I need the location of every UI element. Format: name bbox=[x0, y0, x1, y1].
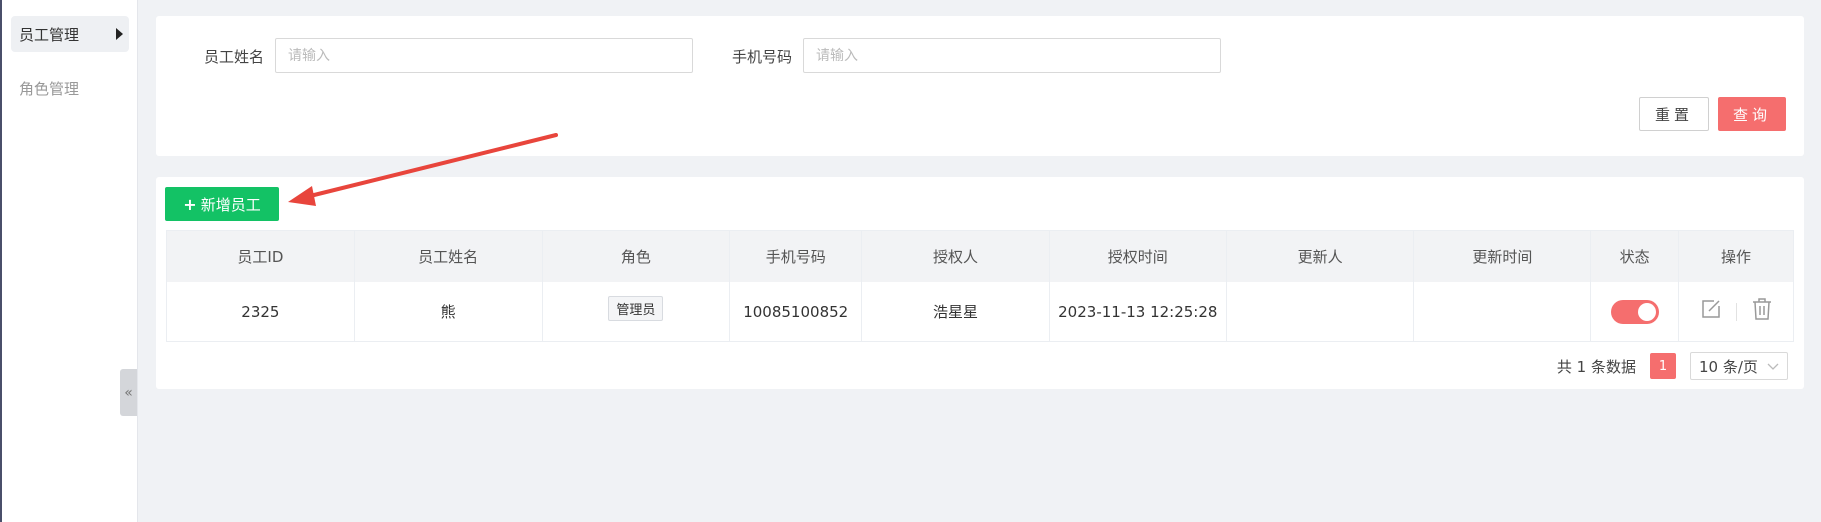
action-divider bbox=[1735, 302, 1737, 321]
column-header-phone: 手机号码 bbox=[730, 231, 863, 282]
employee-name-input[interactable] bbox=[275, 38, 693, 73]
status-toggle-knob bbox=[1637, 302, 1656, 321]
edit-icon[interactable] bbox=[1700, 298, 1722, 320]
sidebar-item-employee-management[interactable]: 员工管理 bbox=[11, 16, 129, 52]
column-header-status: 状态 bbox=[1591, 231, 1680, 282]
employee-name-label: 员工姓名 bbox=[204, 48, 265, 66]
sidebar-item-label: 角色管理 bbox=[19, 79, 80, 98]
reset-button[interactable]: 重置 bbox=[1639, 97, 1709, 131]
pagination: 共 1 条数据 1 10 条/页 bbox=[1557, 352, 1788, 380]
query-button[interactable]: 查询 bbox=[1718, 97, 1786, 131]
phone-input[interactable] bbox=[803, 38, 1221, 73]
query-button-label: 查询 bbox=[1732, 105, 1771, 124]
column-header-name: 员工姓名 bbox=[355, 231, 543, 282]
cell-actions bbox=[1679, 282, 1793, 341]
add-employee-button[interactable]: + 新增员工 bbox=[165, 187, 279, 221]
pagination-total: 共 1 条数据 bbox=[1556, 357, 1636, 376]
table-header: 员工ID 员工姓名 角色 手机号码 授权人 授权时间 更新人 更新时间 状态 操… bbox=[167, 231, 1793, 282]
cell-auth-time: 2023-11-13 12:25:28 bbox=[1050, 282, 1227, 341]
column-header-actions: 操作 bbox=[1721, 248, 1752, 266]
caret-right-icon bbox=[116, 28, 123, 40]
column-header-update-time: 更新时间 bbox=[1414, 231, 1592, 282]
cell-authorizer: 浩星星 bbox=[862, 282, 1050, 341]
column-header-id: 员工ID bbox=[167, 231, 355, 282]
employee-table: 员工ID 员工姓名 角色 手机号码 授权人 授权时间 更新人 更新时间 状态 操… bbox=[166, 230, 1794, 342]
column-header-updater: 更新人 bbox=[1227, 231, 1415, 282]
reset-button-label: 重置 bbox=[1654, 105, 1693, 124]
cell-role: 管理员 bbox=[543, 282, 731, 341]
sidebar-collapse-button[interactable]: « bbox=[120, 369, 137, 416]
plus-icon: + bbox=[183, 194, 197, 214]
status-toggle[interactable] bbox=[1610, 299, 1659, 324]
page-size-select[interactable]: 10 条/页 bbox=[1690, 352, 1788, 380]
search-panel: 员工姓名 手机号码 重置 查询 bbox=[156, 16, 1804, 156]
sidebar-item-role-management[interactable]: 角色管理 bbox=[11, 70, 129, 106]
sidebar-item-label: 员工管理 bbox=[19, 25, 80, 44]
column-header-authorizer: 授权人 bbox=[862, 231, 1050, 282]
page-size-value: 10 条/页 bbox=[1699, 357, 1758, 376]
table-row: 2325 熊 管理员 10085100852 浩星星 2023-11-13 12… bbox=[167, 282, 1793, 341]
cell-updater bbox=[1227, 282, 1415, 341]
double-chevron-left-icon: « bbox=[124, 384, 133, 401]
cell-update-time bbox=[1414, 282, 1592, 341]
add-employee-label: 新增员工 bbox=[200, 195, 261, 214]
chevron-down-icon bbox=[1767, 357, 1779, 375]
phone-label: 手机号码 bbox=[732, 48, 793, 66]
cell-id: 2325 bbox=[167, 282, 355, 341]
role-tag: 管理员 bbox=[608, 296, 664, 321]
cell-name: 熊 bbox=[355, 282, 543, 341]
employee-table-panel: + 新增员工 员工ID 员工姓名 角色 手机号码 授权人 授权时间 更新人 更新… bbox=[156, 177, 1804, 389]
sidebar: 员工管理 角色管理 bbox=[2, 0, 138, 522]
page-button-current[interactable]: 1 bbox=[1650, 353, 1676, 379]
column-header-role: 角色 bbox=[543, 231, 731, 282]
cell-phone: 10085100852 bbox=[730, 282, 863, 341]
cell-status bbox=[1591, 282, 1680, 341]
trash-icon[interactable] bbox=[1751, 297, 1773, 321]
column-header-auth-time: 授权时间 bbox=[1050, 231, 1227, 282]
